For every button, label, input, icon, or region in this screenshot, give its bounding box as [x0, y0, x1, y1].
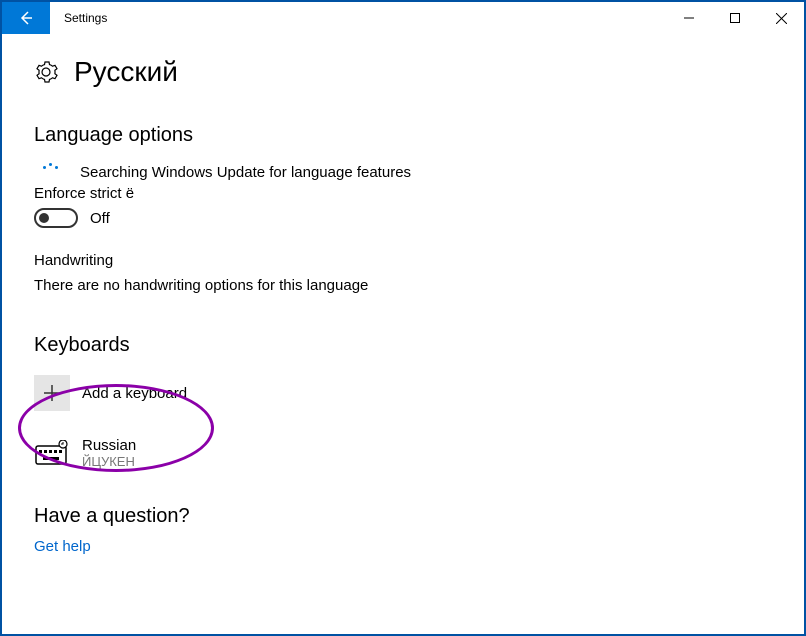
keyboards-heading: Keyboards	[34, 334, 772, 357]
enforce-strict-label: Enforce strict ё	[34, 185, 772, 202]
window-title: Settings	[50, 2, 666, 34]
keyboard-item[interactable]: Russian ЙЦУКЕН	[34, 437, 772, 469]
keyboard-subtitle: ЙЦУКЕН	[82, 454, 136, 469]
minimize-button[interactable]	[666, 2, 712, 34]
plus-icon	[34, 375, 70, 411]
back-arrow-icon	[18, 10, 34, 26]
toggle-knob	[39, 213, 49, 223]
gear-icon	[34, 60, 58, 84]
page-title: Русский	[74, 56, 178, 88]
toggle-state-label: Off	[90, 210, 110, 227]
help-heading: Have a question?	[34, 505, 772, 528]
handwriting-text: There are no handwriting options for thi…	[34, 277, 772, 294]
back-button[interactable]	[2, 2, 50, 34]
close-button[interactable]	[758, 2, 804, 34]
add-keyboard-button[interactable]: Add a keyboard	[34, 375, 772, 411]
handwriting-label: Handwriting	[34, 252, 772, 269]
get-help-link[interactable]: Get help	[34, 538, 772, 555]
add-keyboard-label: Add a keyboard	[82, 385, 187, 402]
maximize-button[interactable]	[712, 2, 758, 34]
keyboard-icon	[34, 439, 70, 467]
enforce-strict-toggle[interactable]	[34, 208, 78, 228]
update-status-text: Searching Windows Update for language fe…	[80, 164, 411, 181]
keyboard-name: Russian	[82, 437, 136, 454]
language-options-heading: Language options	[34, 124, 772, 147]
minimize-icon	[684, 13, 694, 23]
maximize-icon	[730, 13, 740, 23]
loading-spinner-icon	[42, 163, 60, 181]
close-icon	[776, 13, 787, 24]
